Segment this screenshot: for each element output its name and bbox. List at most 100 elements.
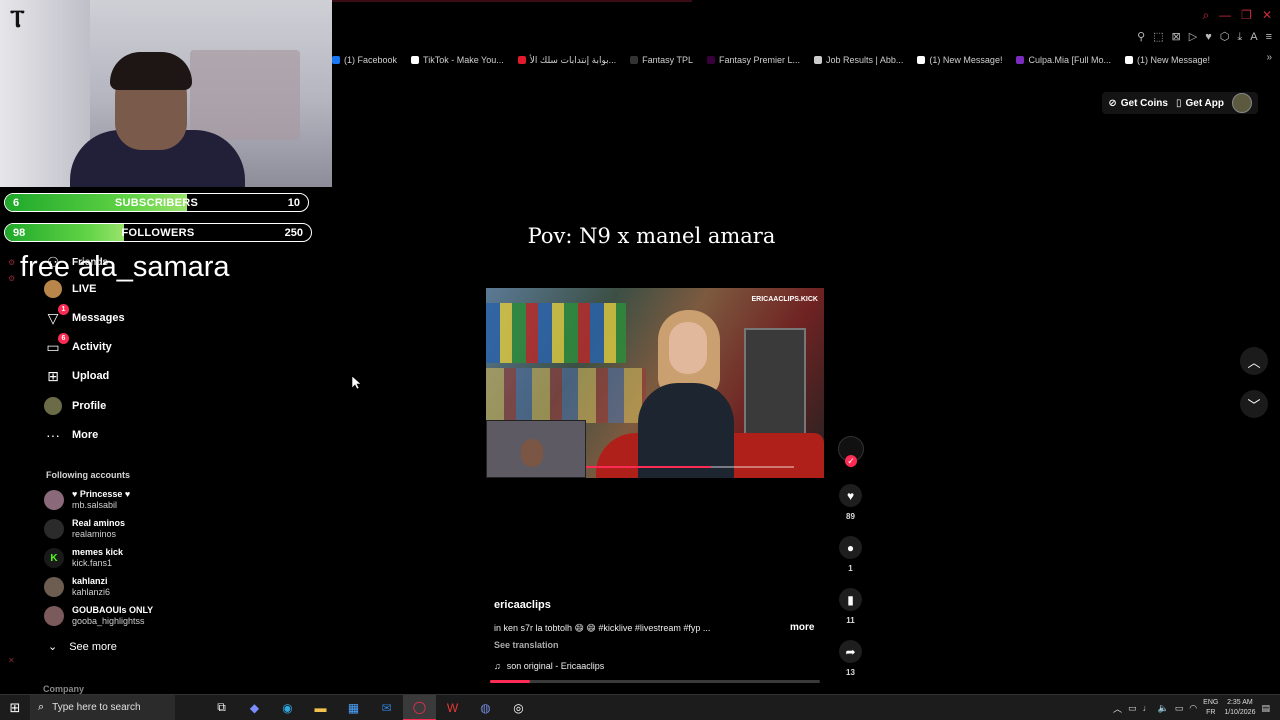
puzzle-icon[interactable]: ⬡: [1220, 30, 1230, 44]
user-avatar[interactable]: [1232, 93, 1252, 113]
share-icon[interactable]: ➦: [839, 640, 862, 663]
more-button[interactable]: more: [790, 622, 814, 633]
bookmark-icon[interactable]: ▮: [839, 588, 862, 611]
following-account[interactable]: Kmemes kick kick.fans1: [44, 547, 123, 569]
account-avatar: K: [44, 548, 64, 568]
bookmark-item[interactable]: بوابة إنتدابات سلك الأ...: [517, 55, 616, 66]
read-aloud-icon[interactable]: A: [1250, 30, 1257, 44]
block-icon[interactable]: ⊠: [1172, 30, 1181, 44]
nav-item-messages[interactable]: ▽ 1 Messages: [44, 304, 125, 330]
copilot-icon[interactable]: ◆: [238, 695, 271, 720]
file-explorer-icon[interactable]: ▬: [304, 695, 337, 720]
bookmark-item[interactable]: (1) New Message!: [917, 55, 1002, 65]
music-link[interactable]: ♫ son original - Ericaaclips: [494, 661, 604, 671]
play-icon[interactable]: ▷: [1189, 30, 1197, 44]
store-icon[interactable]: ▦: [337, 695, 370, 720]
account-names: GOUBAOUIs ONLY gooba_highlightss: [72, 605, 153, 627]
bookmark-item[interactable]: Fantasy Premier L...: [707, 55, 800, 65]
edge-icon[interactable]: ◉: [271, 695, 304, 720]
nav-label-live: LIVE: [72, 283, 97, 295]
like-action[interactable]: ♥ 89: [838, 484, 863, 521]
obs-icon[interactable]: ◎: [502, 695, 535, 720]
account-names: memes kick kick.fans1: [72, 547, 123, 569]
post-username[interactable]: ericaaclips: [494, 599, 551, 611]
pin-icon[interactable]: ⚲: [1137, 30, 1145, 44]
bookmark-item[interactable]: (1) New Message!: [1124, 55, 1210, 65]
mail-icon[interactable]: ✉: [370, 695, 403, 720]
get-app-button[interactable]: ▯ Get App: [1176, 98, 1224, 109]
network-icon[interactable]: ▭: [1128, 703, 1137, 714]
menu-icon[interactable]: ≡: [1266, 30, 1272, 44]
previous-video-button[interactable]: ︿: [1240, 347, 1268, 375]
streamer-hair: [110, 52, 192, 90]
next-video-button[interactable]: ﹀: [1240, 390, 1268, 418]
messages-icon: ▽ 1: [44, 304, 69, 327]
comment-icon[interactable]: ●: [839, 536, 862, 559]
tray-overflow-icon[interactable]: ︿: [1113, 702, 1122, 715]
video-watermark: ERICAACLIPS.KICK: [751, 296, 818, 303]
following-accounts-title: Following accounts: [46, 470, 131, 480]
heart-icon[interactable]: ♥: [839, 484, 862, 507]
discord-icon[interactable]: ◍: [469, 695, 502, 720]
subscribers-bar: 6 SUBSCRIBERS 10: [4, 193, 309, 212]
notifications-icon[interactable]: ▤: [1261, 703, 1270, 714]
following-account[interactable]: kahlanzi kahlanzi6: [44, 576, 110, 598]
close-icon[interactable]: ✕: [1262, 8, 1272, 22]
screenshot-icon[interactable]: ⬚: [1153, 30, 1163, 44]
nav-item-live[interactable]: LIVE: [44, 277, 96, 301]
bookmarks-overflow-icon[interactable]: »: [1266, 52, 1272, 63]
video-progress-bar[interactable]: [490, 680, 820, 683]
battery-icon[interactable]: ▭: [1175, 703, 1184, 714]
taskbar-search[interactable]: ⌕ Type here to search: [30, 694, 175, 720]
download-icon[interactable]: ⤓: [1237, 30, 1242, 44]
bookmark-item[interactable]: Culpa.Mia [Full Mo...: [1016, 55, 1111, 65]
bookmark-item[interactable]: Job Results | Abb...: [814, 55, 903, 65]
account-display-name: kahlanzi: [72, 576, 108, 586]
company-link[interactable]: Company: [43, 684, 84, 694]
see-more-button[interactable]: ⌄ See more: [48, 640, 117, 654]
account-avatar: [44, 490, 64, 510]
bookmark-label: Culpa.Mia [Full Mo...: [1028, 55, 1111, 65]
language-indicator[interactable]: ENG FR: [1203, 698, 1218, 718]
volume-icon[interactable]: 🔈: [1158, 703, 1169, 714]
opera-icon[interactable]: ◯: [403, 694, 436, 720]
restore-icon[interactable]: ❐: [1241, 8, 1252, 22]
bookmark-item[interactable]: TikTok - Make You...: [411, 55, 504, 65]
search-icon[interactable]: ⌕: [1202, 8, 1209, 22]
nav-item-upload[interactable]: ⊞ Upload: [44, 364, 109, 388]
bookmark-item[interactable]: (1) Facebook: [332, 55, 397, 65]
nav-item-activity[interactable]: ▭ 6 Activity: [44, 333, 112, 359]
post-description: in ken s7r la tobtolh 😄 😄 #kicklive #liv…: [494, 623, 711, 633]
share-action[interactable]: ➦ 13: [838, 640, 863, 677]
get-coins-button[interactable]: ⊘ Get Coins: [1108, 98, 1168, 109]
nav-item-more[interactable]: ··· More: [44, 423, 98, 447]
bookmark-favicon-icon: [707, 56, 715, 64]
extensions-row: ⚲ ⬚ ⊠ ▷ ♥ ⬡ ⤓ A ≡: [1137, 30, 1272, 44]
system-tray: ︿ ▭ ♩ 🔈 ▭ ◠ ENG FR 2:35 AM 1/10/2026 ▤: [1113, 695, 1270, 720]
minimize-icon[interactable]: —: [1219, 8, 1231, 22]
clock[interactable]: 2:35 AM 1/10/2026: [1224, 698, 1255, 718]
following-account[interactable]: ♥ Princesse ♥ mb.salsabil: [44, 489, 130, 511]
task-view-icon[interactable]: ⧉: [205, 695, 238, 720]
video-player[interactable]: ERICAACLIPS.KICK: [486, 288, 824, 478]
video-webcam-inset: [486, 420, 586, 478]
music-note-icon: ♫: [494, 661, 501, 671]
nav-item-profile[interactable]: Profile: [44, 394, 106, 418]
bookmarks-bar: (1) Facebook TikTok - Make You... بوابة إن…: [332, 52, 1210, 68]
comment-action[interactable]: ● 1: [838, 536, 863, 573]
wps-icon[interactable]: W: [436, 695, 469, 720]
mic-icon[interactable]: ♩: [1143, 703, 1152, 713]
profile-avatar-icon: [44, 397, 62, 415]
following-account[interactable]: Real aminos realaminos: [44, 518, 125, 540]
bookmark-item[interactable]: Fantasy TPL: [630, 55, 693, 65]
windows-start-icon[interactable]: ⊞: [0, 695, 30, 720]
video-background-shelf: [486, 303, 626, 363]
save-action[interactable]: ▮ 11: [838, 588, 863, 625]
following-account[interactable]: GOUBAOUIs ONLY gooba_highlightss: [44, 605, 153, 627]
heart-icon[interactable]: ♥: [1205, 30, 1212, 44]
activity-badge: 6: [58, 333, 69, 344]
account-username: kick.fans1: [72, 558, 113, 568]
follow-plus-icon[interactable]: ✓: [845, 455, 857, 467]
wifi-icon[interactable]: ◠: [1189, 703, 1197, 714]
see-translation-link[interactable]: See translation: [494, 640, 559, 650]
